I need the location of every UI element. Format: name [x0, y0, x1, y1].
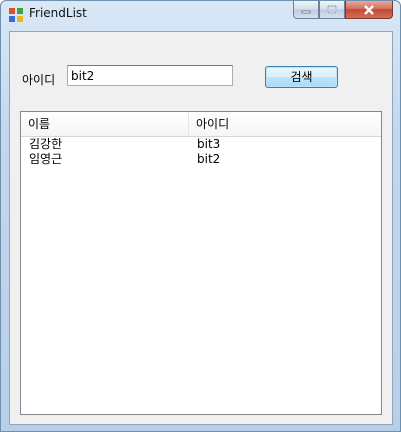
close-icon: [364, 4, 374, 15]
app-icon: [9, 8, 23, 22]
maximize-button[interactable]: [319, 1, 345, 19]
row-name: 김강한: [29, 137, 63, 151]
id-label: 아이디: [22, 73, 56, 87]
search-button[interactable]: 검색: [265, 66, 338, 88]
list-header: 이름 아이디: [21, 112, 381, 137]
close-button[interactable]: [345, 1, 393, 19]
column-header-name[interactable]: 이름: [21, 112, 189, 136]
list-row[interactable]: 임영근 bit2: [21, 152, 381, 167]
id-input[interactable]: [67, 65, 233, 86]
friend-list-view[interactable]: 이름 아이디 김강한 bit3 임영근 bit2: [20, 111, 382, 415]
title-bar[interactable]: FriendList: [1, 1, 400, 29]
window-title: FriendList: [29, 6, 87, 20]
list-row[interactable]: 김강한 bit3: [21, 137, 381, 152]
row-id: bit2: [197, 152, 221, 166]
minimize-button[interactable]: [293, 1, 319, 19]
row-name: 임영근: [29, 152, 63, 166]
minimize-icon: [301, 10, 311, 13]
list-body: 김강한 bit3 임영근 bit2: [21, 137, 381, 167]
maximize-icon: [327, 5, 337, 14]
main-window: FriendList 아이디 검색 이름 아이디 김강한 bit3: [0, 0, 401, 432]
column-header-id[interactable]: 아이디: [189, 112, 379, 136]
form-client-area: 아이디 검색 이름 아이디 김강한 bit3 임영근 bit2: [9, 31, 393, 425]
row-id: bit3: [197, 137, 221, 151]
